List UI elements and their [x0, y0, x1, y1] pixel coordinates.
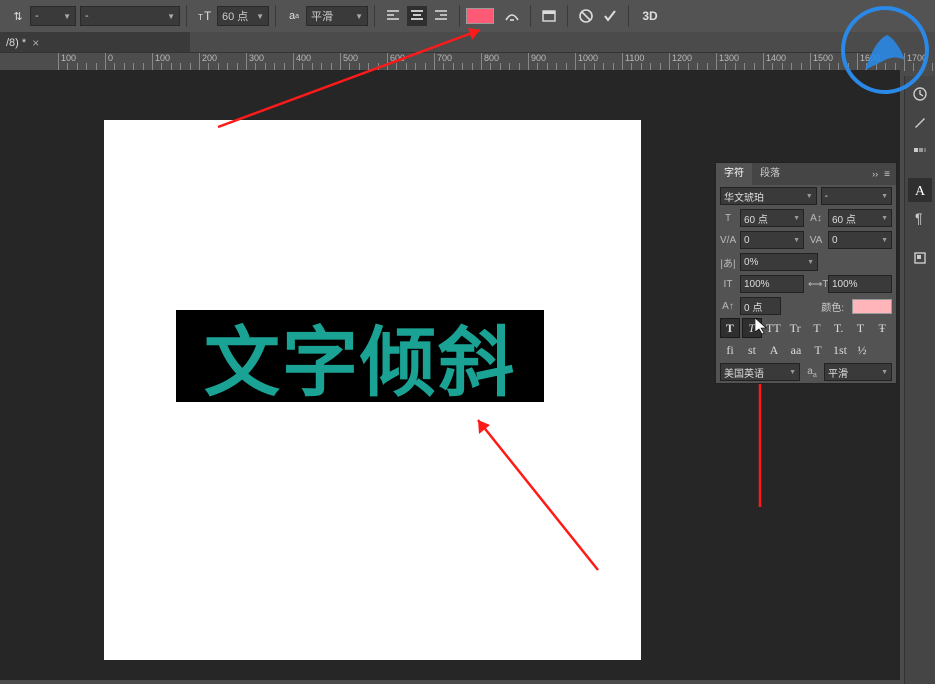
- faux-bold-button[interactable]: T: [720, 318, 740, 338]
- font-family-combo[interactable]: -▼: [30, 6, 76, 26]
- panel-baselinepct-input[interactable]: 0%▼: [740, 253, 818, 271]
- align-right-icon[interactable]: [431, 6, 451, 26]
- faux-style-row-2: fistAaaT1st½: [716, 339, 896, 361]
- svg-text:T: T: [198, 13, 203, 22]
- character-tab[interactable]: 字符: [716, 163, 752, 185]
- tab-close-icon[interactable]: ×: [32, 36, 39, 50]
- character-panel-header: 字符 段落 ›› ≡: [716, 163, 896, 185]
- underline-button[interactable]: T: [851, 318, 871, 338]
- panel-color-label: 颜色:: [821, 299, 844, 314]
- character-panel-icon[interactable]: A: [908, 178, 932, 202]
- baseline-pct-icon: |あ|: [720, 255, 736, 270]
- mouse-cursor-icon: [755, 318, 767, 334]
- ligatures-button[interactable]: fi: [720, 340, 740, 360]
- brush-panel-icon[interactable]: [908, 110, 932, 134]
- document-tab[interactable]: /8) * ×: [0, 32, 45, 54]
- anti-alias-value: 平滑: [311, 8, 333, 24]
- styles-panel-icon[interactable]: [908, 246, 932, 270]
- canvas-page: 文字倾斜: [104, 120, 641, 660]
- document-tab-title: /8) *: [6, 37, 26, 49]
- document-tab-strip: /8) * ×: [0, 32, 190, 54]
- svg-text:A: A: [915, 184, 926, 198]
- history-panel-icon[interactable]: [908, 82, 932, 106]
- kerning-field-icon: V/A: [720, 235, 736, 246]
- ordinals-button[interactable]: 1st: [830, 340, 850, 360]
- panel-toggle-icon[interactable]: [539, 6, 559, 26]
- toggle-orientation-icon[interactable]: ⇅: [8, 6, 28, 26]
- svg-text:¶: ¶: [915, 210, 923, 226]
- cancel-icon[interactable]: [576, 6, 596, 26]
- vscale-field-icon: IT: [720, 279, 736, 290]
- svg-text:T: T: [204, 9, 212, 23]
- panel-aa-icon: aa: [804, 366, 820, 379]
- font-family-value: -: [35, 10, 39, 22]
- panel-vscale-input[interactable]: 100%: [740, 275, 804, 293]
- panel-baseline-shift-input[interactable]: 0 点: [740, 297, 781, 315]
- titling-button[interactable]: T: [808, 340, 828, 360]
- stylistic-button[interactable]: aa: [786, 340, 806, 360]
- canvas-text[interactable]: 文字倾斜: [176, 310, 544, 402]
- align-left-icon[interactable]: [383, 6, 403, 26]
- font-size-combo[interactable]: 60 点▼: [217, 6, 269, 26]
- leading-field-icon: A↕: [808, 213, 824, 224]
- character-panel: 字符 段落 ›› ≡ 华文琥珀▼ -▼ T 60 点▼ A↕ 60 点▼ V/A…: [715, 162, 897, 384]
- font-size-icon: TT: [195, 6, 215, 26]
- panel-expand-icon[interactable]: ››: [872, 169, 878, 179]
- small-caps-button[interactable]: Tr: [785, 318, 805, 338]
- panel-font-size-input[interactable]: 60 点▼: [740, 209, 804, 227]
- panel-tracking-input[interactable]: 0▼: [828, 231, 892, 249]
- anti-alias-combo[interactable]: 平滑▼: [306, 6, 368, 26]
- panel-menu-icon[interactable]: ≡: [884, 169, 890, 180]
- panel-leading-input[interactable]: 60 点▼: [828, 209, 892, 227]
- faux-style-row-1: TTTTTrTT.TŦ: [716, 317, 896, 339]
- panel-language-combo[interactable]: 美国英语▼: [720, 363, 800, 381]
- subscript-button[interactable]: T.: [829, 318, 849, 338]
- align-center-icon[interactable]: [407, 6, 427, 26]
- text-options-bar: ⇅ -▼ -▼ TT 60 点▼ aa 平滑▼ 3D: [0, 0, 935, 32]
- paragraph-tab[interactable]: 段落: [752, 163, 788, 185]
- panel-aa-combo[interactable]: 平滑▼: [824, 363, 892, 381]
- panel-font-style-combo[interactable]: -▼: [821, 187, 892, 205]
- paragraph-panel-icon[interactable]: ¶: [908, 206, 932, 230]
- panel-color-swatch[interactable]: [852, 299, 892, 314]
- panel-font-family-combo[interactable]: 华文琥珀▼: [720, 187, 817, 205]
- warp-text-icon[interactable]: [502, 6, 522, 26]
- oldstyle-button[interactable]: A: [764, 340, 784, 360]
- hscale-field-icon: ⟷T: [808, 279, 824, 290]
- baseline-shift-icon: A↑: [720, 301, 736, 312]
- strikethrough-button[interactable]: Ŧ: [872, 318, 892, 338]
- superscript-button[interactable]: T: [807, 318, 827, 338]
- font-size-value: 60 点: [222, 8, 248, 24]
- font-size-field-icon: T: [720, 213, 736, 224]
- commit-icon[interactable]: [600, 6, 620, 26]
- font-style-combo[interactable]: -▼: [80, 6, 180, 26]
- swatches-panel-icon[interactable]: [908, 138, 932, 162]
- panel-rail: A ¶: [904, 76, 935, 684]
- fractions-button[interactable]: ½: [852, 340, 872, 360]
- font-style-value: -: [85, 10, 89, 22]
- three-d-button[interactable]: 3D: [637, 6, 663, 26]
- panel-hscale-input[interactable]: 100%: [828, 275, 892, 293]
- tracking-field-icon: VA: [808, 235, 824, 246]
- horizontal-ruler[interactable]: 1000100200300400500600700800900100011001…: [0, 52, 900, 72]
- panel-kerning-input[interactable]: 0▼: [740, 231, 804, 249]
- anti-alias-icon: aa: [284, 6, 304, 26]
- text-color-swatch[interactable]: [466, 8, 494, 24]
- alt-ligatures-button[interactable]: st: [742, 340, 762, 360]
